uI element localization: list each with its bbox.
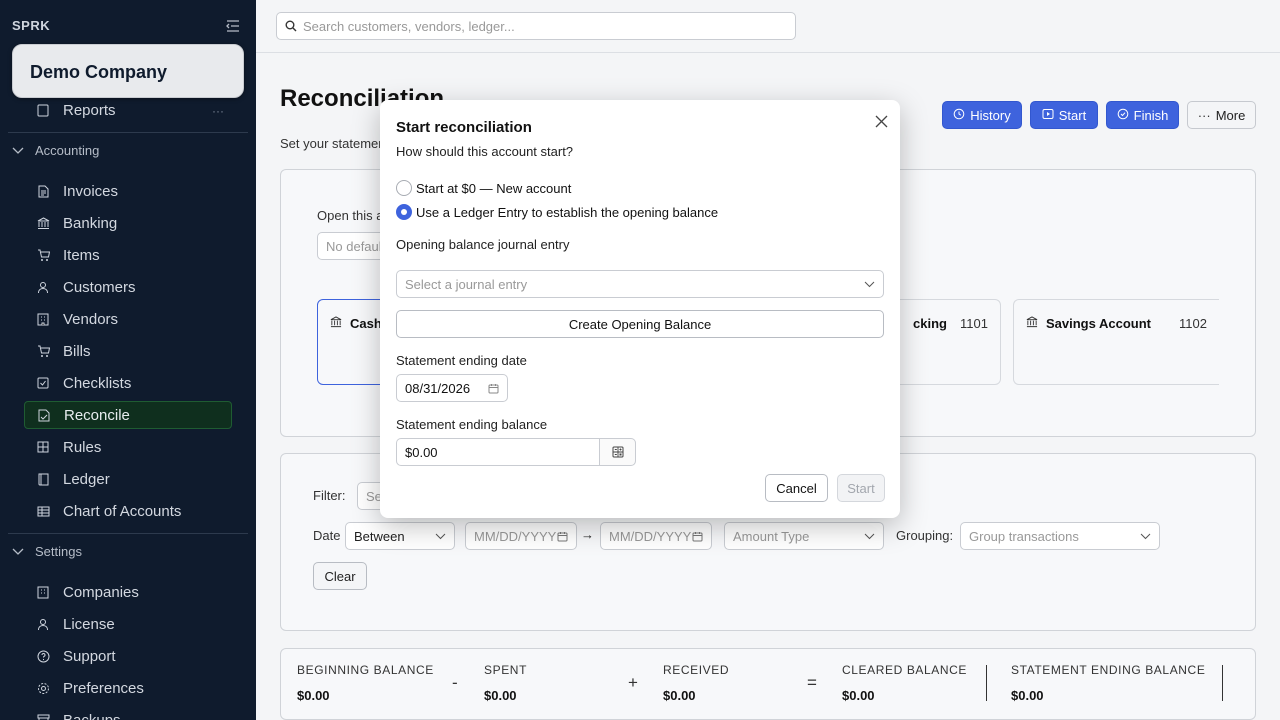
option-ledger-entry[interactable]: Use a Ledger Entry to establish the open… bbox=[396, 204, 718, 220]
dialog-question: How should this account start? bbox=[396, 144, 574, 159]
statement-date-input[interactable]: 08/31/2026 bbox=[396, 374, 508, 402]
start-reconciliation-button[interactable]: Start bbox=[837, 474, 885, 502]
statement-balance-input[interactable]: $0.00 bbox=[396, 438, 600, 466]
start-reconciliation-dialog: Start reconciliation How should this acc… bbox=[380, 100, 900, 518]
radio-button[interactable] bbox=[396, 180, 412, 196]
journal-entry-select[interactable]: Select a journal entry bbox=[396, 270, 884, 298]
calculator-icon[interactable] bbox=[599, 438, 636, 466]
option-label: Use a Ledger Entry to establish the open… bbox=[416, 204, 719, 220]
cancel-button[interactable]: Cancel bbox=[765, 474, 828, 502]
statement-date-value: 08/31/2026 bbox=[405, 380, 471, 396]
calendar-icon[interactable] bbox=[488, 383, 499, 394]
dialog-title: Start reconciliation bbox=[396, 119, 532, 136]
radio-button-checked[interactable] bbox=[396, 204, 412, 220]
statement-date-label: Statement ending date bbox=[396, 353, 527, 368]
option-start-at-zero[interactable]: Start at $0 — New account bbox=[396, 180, 571, 196]
chevron-down-icon bbox=[864, 281, 875, 288]
option-label: Start at $0 — New account bbox=[416, 180, 572, 196]
journal-entry-placeholder: Select a journal entry bbox=[405, 276, 528, 292]
company-switcher[interactable]: Demo Company bbox=[12, 44, 244, 98]
journal-entry-label: Opening balance journal entry bbox=[396, 237, 570, 252]
create-opening-balance-button[interactable]: Create Opening Balance bbox=[396, 310, 884, 338]
statement-balance-label: Statement ending balance bbox=[396, 417, 548, 432]
close-icon[interactable] bbox=[872, 112, 890, 130]
